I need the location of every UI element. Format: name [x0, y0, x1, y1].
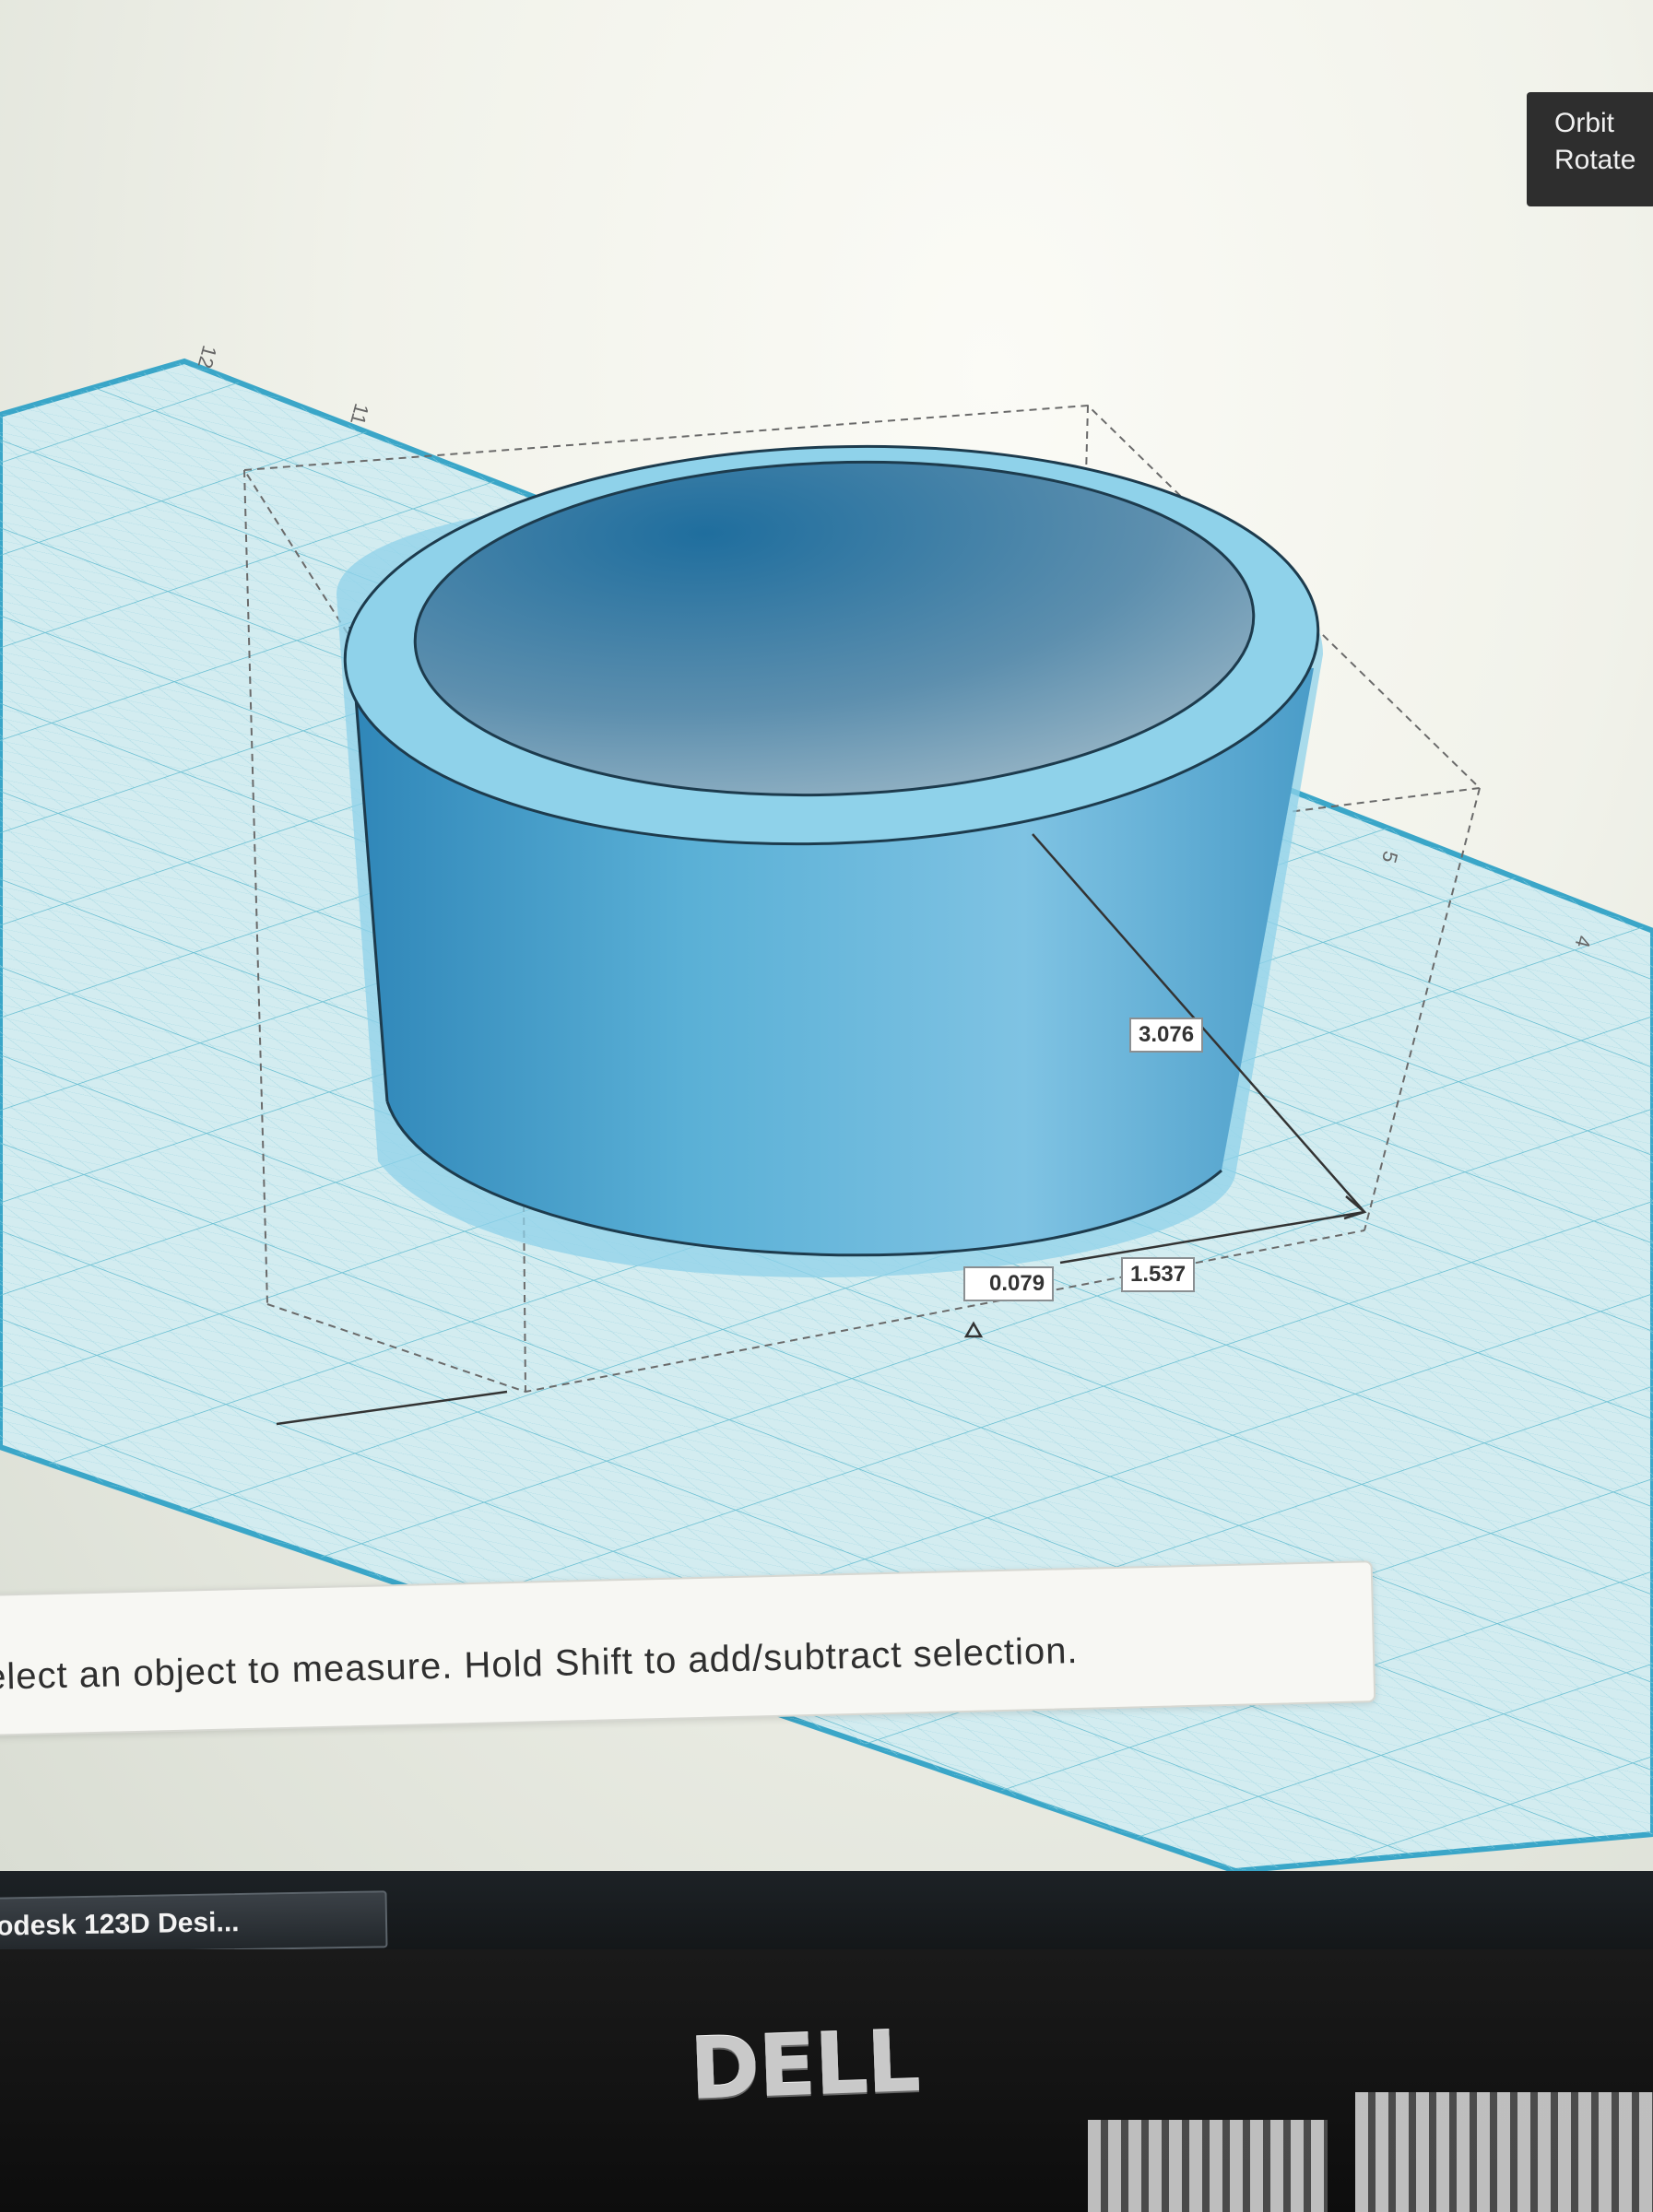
taskbar: odesk 123D Desi...: [0, 1871, 1653, 1955]
taskbar-app-button[interactable]: odesk 123D Desi...: [0, 1890, 388, 1955]
tooltip-rotate: Rotate: [1554, 145, 1636, 175]
desk-vent: [1088, 2120, 1328, 2212]
monitor-brand-logo: DELL: [688, 2012, 921, 2119]
3d-viewport[interactable]: 12 11 5 4 Orbit Rotate 3.076 0.079 1.537…: [0, 0, 1653, 1871]
cylinder-object[interactable]: [337, 430, 1325, 1277]
dimension-small-label[interactable]: 0.079: [963, 1266, 1055, 1301]
status-hint-text: elect an object to measure. Hold Shift t…: [0, 1630, 1080, 1698]
tooltip-orbit: Orbit: [1554, 108, 1615, 138]
desk-vent: [1355, 2092, 1653, 2212]
dimension-small-value: 0.079: [989, 1271, 1045, 1296]
dimension-diagonal-label[interactable]: 3.076: [1129, 1018, 1204, 1053]
dimension-width-label[interactable]: 1.537: [1121, 1257, 1196, 1292]
view-tooltip: Orbit Rotate: [1527, 92, 1653, 206]
